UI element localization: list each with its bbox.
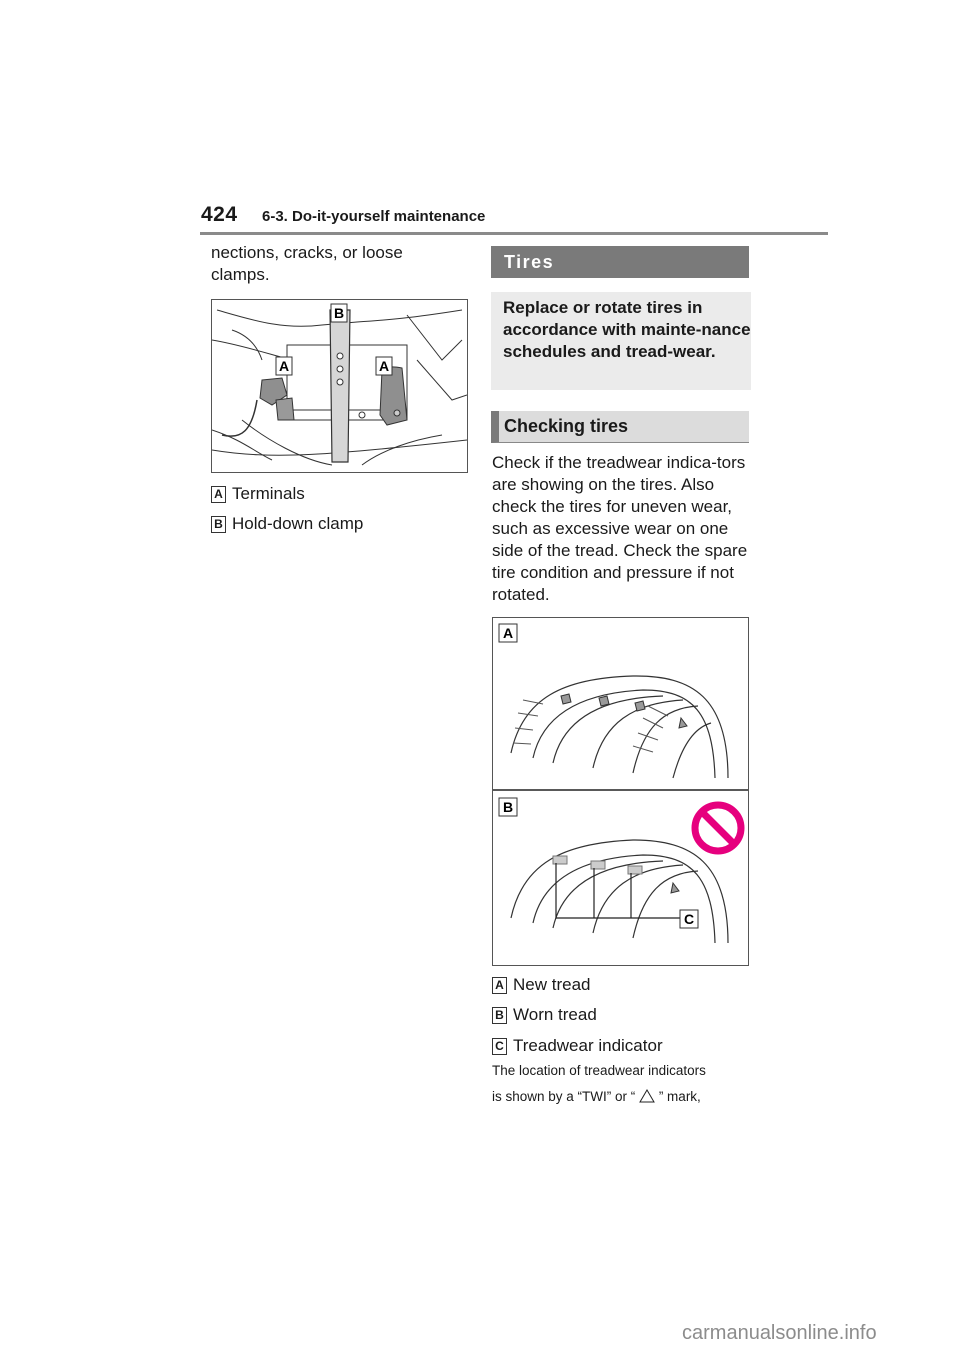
note-line: The location of treadwear indicators: [492, 1063, 706, 1078]
tire-tread-illustration-icon: A B C: [493, 623, 748, 944]
figure-callout: A: [279, 358, 289, 374]
header-divider: [200, 232, 828, 235]
legend-label: Hold-down clamp: [232, 514, 364, 533]
prohibited-icon: [691, 801, 745, 855]
legend-key: A: [211, 485, 226, 503]
figure-callout: B: [503, 799, 513, 815]
legend-key: C: [492, 1037, 507, 1055]
watermark: carmanualsonline.info: [682, 1322, 877, 1344]
note-prefix: is shown by a “TWI” or “: [492, 1089, 636, 1104]
legend-item: B Worn tread: [492, 1005, 597, 1025]
treadwear-note: The location of treadwear indicators is …: [492, 1058, 762, 1110]
legend-label: Terminals: [232, 484, 305, 503]
tires-summary: Replace or rotate tires in accordance wi…: [491, 292, 751, 390]
tires-heading: Tires: [491, 246, 749, 278]
page-number: 424: [201, 203, 238, 226]
figure-callout: A: [379, 358, 389, 374]
legend-key: B: [492, 1006, 507, 1024]
figure-callout: B: [334, 305, 344, 321]
battery-illustration-icon: B A A: [211, 303, 468, 466]
note-suffix: ” mark,: [658, 1089, 701, 1104]
battery-figure: B A A: [211, 299, 468, 473]
legend-label: Treadwear indicator: [513, 1036, 663, 1055]
legend-item: A Terminals: [211, 484, 305, 504]
legend-item: A New tread: [492, 975, 590, 995]
legend-item: C Treadwear indicator: [492, 1036, 663, 1056]
figure-callout: C: [684, 911, 694, 927]
checking-tires-heading: Checking tires: [491, 411, 749, 443]
section-title: 6-3. Do-it-yourself maintenance: [262, 208, 486, 225]
checking-tires-text: Check if the treadwear indica-tors are s…: [492, 453, 748, 604]
legend-label: New tread: [513, 975, 591, 994]
legend-item: B Hold-down clamp: [211, 514, 363, 534]
figure-callout: A: [503, 625, 513, 641]
triangle-mark-icon: [639, 1089, 655, 1103]
legend-label: Worn tread: [513, 1005, 597, 1024]
left-intro-text: nections, cracks, or loose clamps.: [211, 243, 403, 284]
tire-figure: A B C: [492, 617, 749, 966]
legend-key: B: [211, 515, 226, 533]
note-line: is shown by a “TWI” or “ ” mark,: [492, 1084, 762, 1110]
legend-key: A: [492, 976, 507, 994]
